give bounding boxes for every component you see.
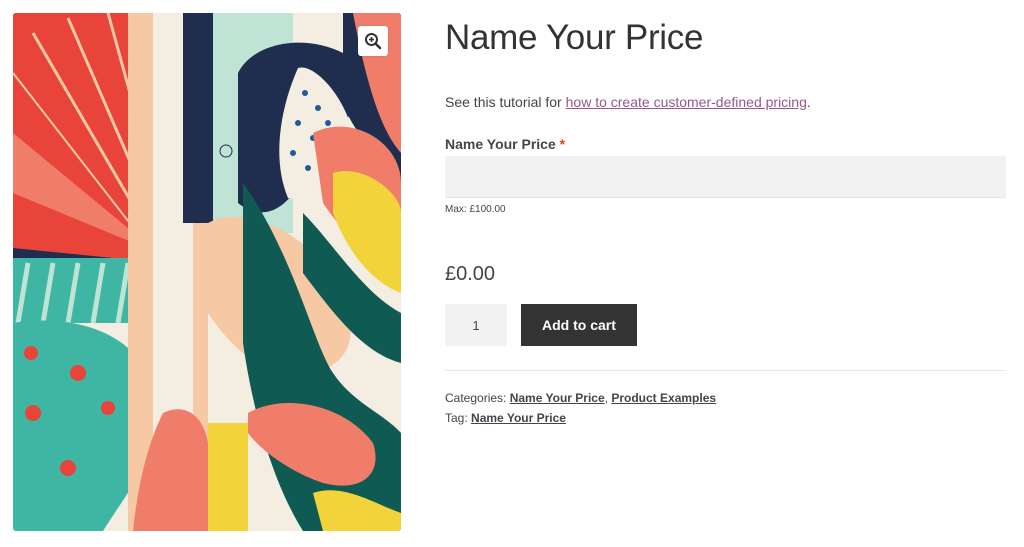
tag-label: Tag: — [445, 411, 468, 425]
abstract-painting-image — [13, 13, 401, 531]
categories-label: Categories: — [445, 391, 507, 405]
tutorial-link[interactable]: how to create customer-defined pricing — [566, 94, 807, 110]
categories-row: Categories: Name Your Price, Product Exa… — [445, 388, 1005, 408]
product-meta: Categories: Name Your Price, Product Exa… — [445, 388, 1005, 428]
product-summary: Name Your Price See this tutorial for ho… — [445, 14, 1006, 428]
magnifier-plus-icon — [365, 33, 382, 50]
price-field-label: Name Your Price * — [445, 136, 1005, 152]
zoom-button[interactable] — [358, 26, 388, 56]
category-link-name-your-price[interactable]: Name Your Price — [510, 391, 605, 405]
product-price: £0.00 — [445, 263, 496, 285]
description-suffix: . — [806, 94, 811, 110]
tag-link-name-your-price[interactable]: Name Your Price — [471, 411, 566, 425]
product-description: See this tutorial for how to create cust… — [445, 92, 1005, 112]
required-asterisk: * — [559, 136, 566, 152]
quantity-input[interactable] — [445, 304, 507, 346]
price-field-label-text: Name Your Price — [445, 136, 556, 152]
add-to-cart-form: Add to cart — [445, 304, 1005, 346]
category-link-product-examples[interactable]: Product Examples — [611, 391, 716, 405]
name-your-price-input[interactable] — [445, 156, 1006, 198]
category-separator: , — [604, 391, 608, 405]
description-text: See this tutorial for — [445, 94, 566, 110]
product-title: Name Your Price — [445, 18, 704, 57]
max-price-note: Max: £100.00 — [445, 204, 506, 215]
divider — [445, 370, 1006, 371]
tag-row: Tag: Name Your Price — [445, 408, 1005, 428]
add-to-cart-button[interactable]: Add to cart — [521, 304, 637, 346]
product-gallery-image[interactable] — [13, 13, 401, 531]
